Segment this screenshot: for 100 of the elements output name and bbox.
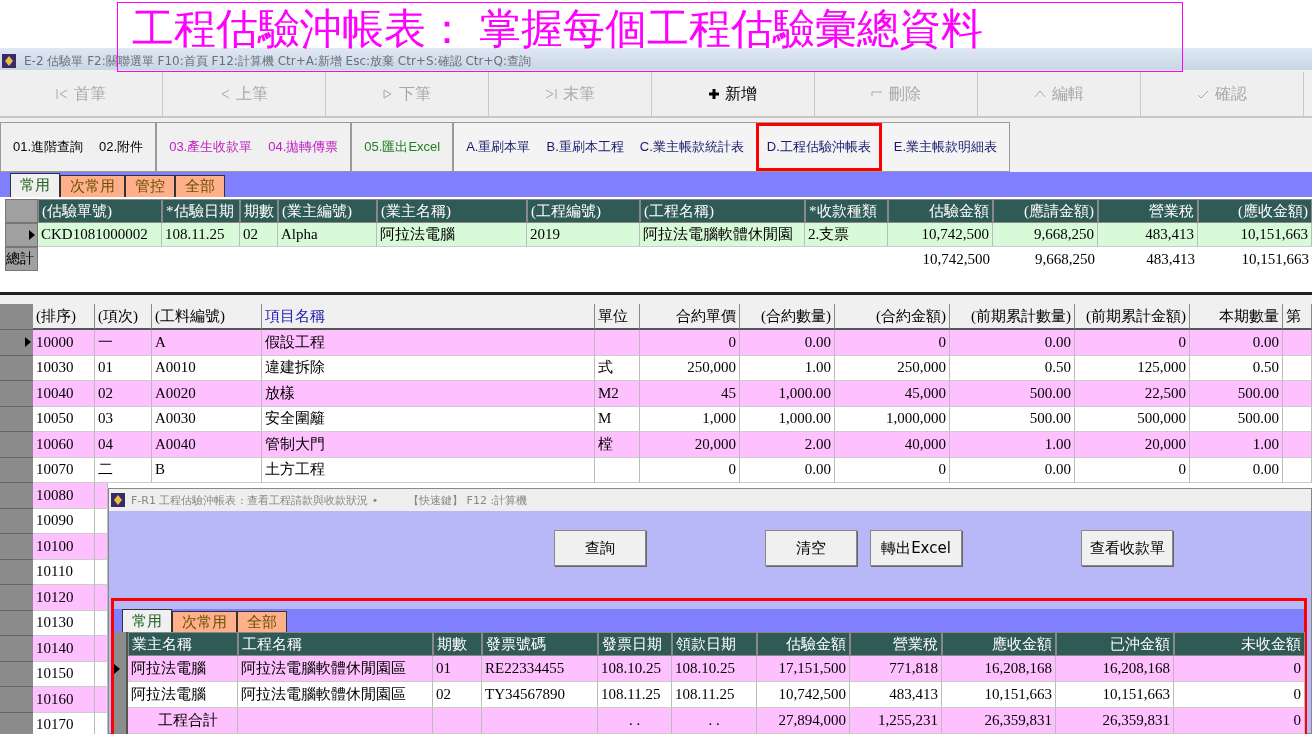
table-cell: 02 (95, 381, 152, 407)
row-header (5, 199, 38, 223)
column-header[interactable]: (業主編號) (278, 199, 377, 223)
table-cell: 10160 (33, 687, 95, 713)
column-header[interactable]: 估驗金額 (757, 632, 850, 656)
action-button[interactable]: C.業主帳款統計表 (633, 138, 750, 156)
column-header[interactable]: (工程編號) (527, 199, 640, 223)
table-cell: 阿拉法電腦軟體休閒園區 (238, 682, 433, 708)
table-cell: . . (672, 708, 757, 734)
table-cell (1283, 355, 1312, 381)
dialog-button[interactable]: 清空 (765, 530, 857, 566)
table-cell: CKD1081000002 (38, 223, 162, 247)
table-cell: 26,359,831 (942, 708, 1056, 734)
table-cell: 04 (95, 432, 152, 458)
action-button[interactable]: D.工程估驗沖帳表 (760, 138, 877, 156)
column-header[interactable]: (前期累計金額) (1075, 304, 1190, 330)
action-button[interactable]: B.重刷本工程 (540, 138, 630, 156)
column-header[interactable]: 期數 (433, 632, 482, 656)
column-header[interactable]: 業主名稱 (128, 632, 238, 656)
column-header[interactable]: (項次) (95, 304, 152, 330)
table-cell: 0 (1075, 457, 1190, 483)
table-cell: 10100 (33, 534, 95, 560)
column-header[interactable]: 期數 (240, 199, 278, 223)
table-cell: 0.00 (1190, 330, 1283, 356)
table-cell (595, 330, 640, 356)
column-header[interactable]: (工程名稱) (640, 199, 805, 223)
table-cell: 樘 (595, 432, 640, 458)
table-cell: 10,742,500 (888, 223, 993, 247)
dialog-button[interactable]: 查詢 (554, 530, 646, 566)
column-header[interactable]: 未收金額 (1174, 632, 1305, 656)
column-header[interactable]: 估驗金額 (888, 199, 993, 223)
table-cell: 03 (95, 406, 152, 432)
action-button[interactable]: 04.拋轉傳票 (262, 138, 345, 156)
table-cell: 0 (835, 457, 950, 483)
tab[interactable]: 全部 (175, 175, 225, 197)
tab[interactable]: 常用 (10, 173, 60, 197)
column-header[interactable]: (工料編號) (152, 304, 262, 330)
column-header[interactable]: 已沖金額 (1056, 632, 1174, 656)
table-cell: 10110 (33, 559, 95, 585)
action-button[interactable]: 05.匯出Excel (358, 138, 447, 156)
column-header[interactable]: (業主名稱) (377, 199, 527, 223)
tab[interactable]: 次常用 (172, 611, 237, 632)
table-cell: 02 (240, 223, 278, 247)
table-cell (1283, 330, 1312, 356)
column-header[interactable]: 營業稅 (850, 632, 942, 656)
table-cell: 500,000 (1075, 406, 1190, 432)
column-header[interactable]: (應收金額) (1198, 199, 1312, 223)
column-header[interactable]: 第 (1283, 304, 1312, 330)
column-header[interactable]: (前期累計數量) (950, 304, 1075, 330)
table-cell (95, 483, 108, 509)
table-cell: 10060 (33, 432, 95, 458)
table-cell: RE22334455 (482, 656, 598, 682)
action-button[interactable]: 03.產生收款單 (163, 138, 259, 156)
column-header[interactable]: 單位 (595, 304, 640, 330)
tab[interactable]: 管控 (125, 175, 175, 197)
table-cell: A0040 (152, 432, 262, 458)
app-icon (111, 493, 125, 507)
dialog-button[interactable]: 轉出Excel (870, 530, 962, 566)
column-header[interactable]: 工程名稱 (238, 632, 433, 656)
table-cell: M (595, 406, 640, 432)
table-cell: 阿拉法電腦 (128, 656, 238, 682)
column-header[interactable]: 合約單價 (640, 304, 740, 330)
tab[interactable]: 次常用 (60, 175, 125, 197)
column-header[interactable]: (排序) (33, 304, 95, 330)
table-cell: 10030 (33, 355, 95, 381)
table-cell: 0.50 (950, 355, 1075, 381)
column-header[interactable]: *估驗日期 (162, 199, 240, 223)
action-button[interactable]: E.業主帳款明細表 (887, 138, 1004, 156)
table-cell: 土方工程 (262, 457, 595, 483)
column-header[interactable]: (合約數量) (740, 304, 835, 330)
column-header[interactable]: (應請金額) (993, 199, 1098, 223)
table-cell: 0.00 (1190, 457, 1283, 483)
column-header[interactable]: 發票號碼 (482, 632, 598, 656)
column-header[interactable]: 營業稅 (1098, 199, 1198, 223)
column-header[interactable]: 應收金額 (942, 632, 1056, 656)
action-button[interactable]: 02.附件 (93, 138, 150, 156)
column-header[interactable]: 領款日期 (672, 632, 757, 656)
action-button[interactable]: A.重刷本單 (460, 138, 537, 156)
tab[interactable]: 全部 (237, 611, 287, 632)
action-button[interactable]: 01.進階查詢 (7, 138, 90, 156)
table-cell: A0010 (152, 355, 262, 381)
column-header[interactable]: 項目名稱 (262, 304, 595, 330)
row-header[interactable] (0, 330, 33, 356)
table-cell: 10000 (33, 330, 95, 356)
table-cell (95, 534, 108, 560)
column-header[interactable]: *收款種類 (805, 199, 888, 223)
column-header[interactable]: (估驗單號) (38, 199, 162, 223)
table-cell: 0 (640, 330, 740, 356)
app-icon (2, 54, 16, 68)
table-cell: 1.00 (1190, 432, 1283, 458)
pointer-icon (114, 664, 120, 674)
column-header[interactable]: 本期數量 (1190, 304, 1283, 330)
table-cell: 250,000 (835, 355, 950, 381)
column-header[interactable]: (合約金額) (835, 304, 950, 330)
column-header[interactable]: 發票日期 (598, 632, 672, 656)
row-header[interactable] (5, 223, 38, 247)
table-cell: 2.支票 (805, 223, 888, 247)
dialog-button[interactable]: 查看收款單 (1081, 530, 1173, 566)
tab[interactable]: 常用 (122, 609, 172, 632)
table-cell: 500.00 (950, 381, 1075, 407)
